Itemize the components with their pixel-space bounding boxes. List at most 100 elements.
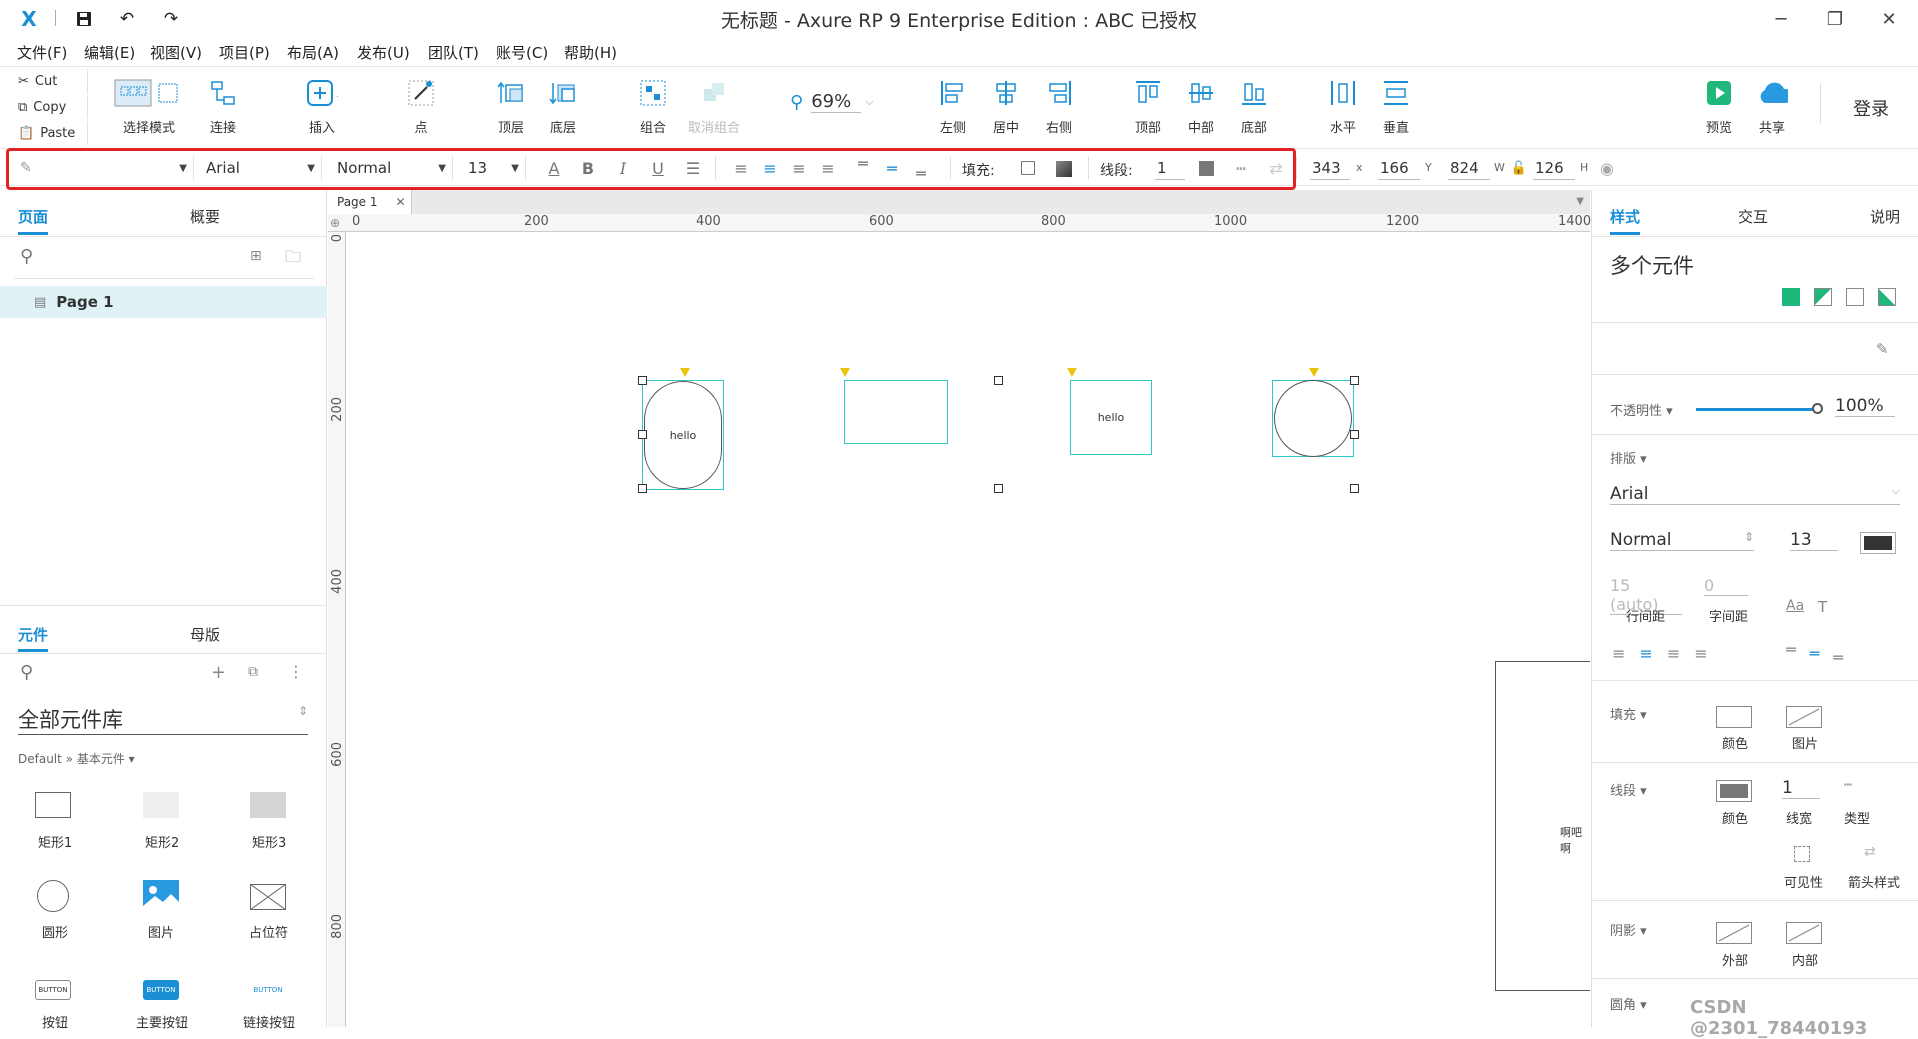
restore-button[interactable]: ❐ xyxy=(1822,6,1848,32)
login-button[interactable]: 登录 xyxy=(1853,95,1889,121)
close-tab-icon[interactable]: ✕ xyxy=(396,195,406,209)
tab-outline[interactable]: 概要 xyxy=(190,206,220,227)
bottom-layer-button[interactable]: 底层 xyxy=(528,77,598,147)
text-shadow-icon[interactable]: T xyxy=(1818,598,1827,616)
tab-notes[interactable]: 说明 xyxy=(1870,206,1900,227)
search-icon[interactable]: ⚲ xyxy=(20,246,33,267)
resize-handle[interactable] xyxy=(638,376,647,385)
text-case-icon[interactable]: Aa xyxy=(1786,598,1804,614)
tab-widgets[interactable]: 元件 xyxy=(18,624,48,645)
widget-image-thumb[interactable] xyxy=(143,880,179,912)
resize-handle[interactable] xyxy=(1350,376,1359,385)
tab-pages[interactable]: 页面 xyxy=(18,206,48,227)
minimize-button[interactable]: ─ xyxy=(1768,6,1794,32)
resize-handle[interactable] xyxy=(1350,430,1359,439)
menu-view[interactable]: 视图(V) xyxy=(150,42,202,63)
tab-masters[interactable]: 母版 xyxy=(190,624,220,645)
distribute-vertical-button[interactable]: 垂直 xyxy=(1361,77,1431,147)
group-button[interactable]: 组合 xyxy=(618,77,688,147)
menu-team[interactable]: 团队(T) xyxy=(428,42,479,63)
shape-rectangle-text[interactable]: hello xyxy=(1070,380,1152,455)
library-manage-icon[interactable]: ⧉ xyxy=(248,664,258,680)
arrow-style-icon[interactable]: ⇄ xyxy=(1864,844,1876,860)
cut-button[interactable]: ✂ Cut xyxy=(6,69,88,93)
line-color-swatch[interactable] xyxy=(1716,780,1752,802)
resize-handle[interactable] xyxy=(994,484,1003,493)
widget-link-button-thumb[interactable]: BUTTON xyxy=(250,980,286,1000)
subtract-icon[interactable] xyxy=(1814,288,1832,306)
library-select[interactable]: 全部元件库 ⇕ xyxy=(18,704,308,735)
close-button[interactable]: ✕ xyxy=(1876,6,1902,32)
add-library-icon[interactable]: + xyxy=(211,662,226,683)
tab-page-1[interactable]: Page 1 ✕ xyxy=(328,190,412,214)
shadow-outer-swatch[interactable] xyxy=(1716,922,1752,944)
widget-rect1-thumb[interactable] xyxy=(35,792,71,818)
widget-rect3-thumb[interactable] xyxy=(250,792,286,818)
widget-primary-button-thumb[interactable]: BUTTON xyxy=(143,980,179,1000)
font-family-select[interactable]: Arial ⌵ xyxy=(1610,484,1900,505)
align-text-left-icon[interactable]: ≡ xyxy=(1612,644,1625,663)
style-edit-icon[interactable]: ✎ xyxy=(1876,340,1889,358)
font-color-swatch[interactable] xyxy=(1860,532,1896,554)
valign-bottom-icon[interactable]: ═ xyxy=(1833,648,1843,667)
font-size-input[interactable]: 13 xyxy=(1790,530,1838,551)
tab-style[interactable]: 样式 xyxy=(1610,206,1640,227)
shadow-inner-swatch[interactable] xyxy=(1786,922,1822,944)
fill-color-swatch[interactable] xyxy=(1716,706,1752,728)
insert-button[interactable]: 插入 xyxy=(287,77,357,147)
shape-circle[interactable] xyxy=(1274,380,1352,457)
line-type-icon[interactable]: ┅ xyxy=(1844,778,1852,793)
widget-placeholder-thumb[interactable] xyxy=(249,883,287,911)
y-input[interactable]: 166 xyxy=(1378,156,1420,180)
height-input[interactable]: 126 xyxy=(1533,156,1575,180)
valign-middle-icon[interactable]: ═ xyxy=(1810,644,1820,667)
copy-button[interactable]: ⧉ Copy xyxy=(6,95,88,119)
paste-button[interactable]: 📋 Paste xyxy=(6,121,88,145)
menu-account[interactable]: 账号(C) xyxy=(496,42,548,63)
menu-help[interactable]: 帮助(H) xyxy=(564,42,617,63)
menu-layout[interactable]: 布局(A) xyxy=(287,42,339,63)
line-width-input[interactable]: 1 xyxy=(1782,778,1820,799)
list-item[interactable]: ▤ Page 1 xyxy=(0,286,327,318)
widget-circle-thumb[interactable] xyxy=(37,880,69,912)
menu-publish[interactable]: 发布(U) xyxy=(357,42,410,63)
library-breadcrumb[interactable]: Default » 基本元件 ▾ xyxy=(18,750,135,767)
union-icon[interactable] xyxy=(1782,288,1800,306)
align-text-right-icon[interactable]: ≡ xyxy=(1667,644,1680,663)
valign-top-icon[interactable]: ═ xyxy=(1786,640,1796,667)
resize-handle[interactable] xyxy=(1350,484,1359,493)
x-input[interactable]: 343 xyxy=(1310,156,1350,180)
menu-file[interactable]: 文件(F) xyxy=(17,42,67,63)
select-mode-button[interactable]: 选择模式 xyxy=(113,77,185,147)
letter-spacing-input[interactable]: 0 xyxy=(1704,576,1748,596)
ungroup-button[interactable]: 取消组合 xyxy=(679,77,749,147)
widget-button-thumb[interactable]: BUTTON xyxy=(35,980,71,1000)
fill-image-swatch[interactable] xyxy=(1786,706,1822,728)
width-input[interactable]: 824 xyxy=(1448,156,1490,180)
share-button[interactable]: 共享 xyxy=(1737,77,1807,147)
more-menu-icon[interactable]: ⋮ xyxy=(288,662,304,681)
align-right-button[interactable]: 右侧 xyxy=(1024,77,1094,147)
search-icon[interactable]: ⚲ xyxy=(20,662,33,683)
intersect-icon[interactable] xyxy=(1846,288,1864,306)
add-folder-icon[interactable]: 🗀 xyxy=(285,246,301,273)
align-text-justify-icon[interactable]: ≡ xyxy=(1694,644,1707,663)
align-bottom-button[interactable]: 底部 xyxy=(1219,77,1289,147)
shape-rectangle[interactable] xyxy=(844,380,948,444)
widget-rect2-thumb[interactable] xyxy=(143,792,179,818)
tab-interactions[interactable]: 交互 xyxy=(1738,206,1768,227)
point-button[interactable]: 点 xyxy=(386,77,456,147)
opacity-slider-track[interactable] xyxy=(1696,408,1816,411)
resize-handle[interactable] xyxy=(994,376,1003,385)
resize-handle[interactable] xyxy=(638,484,647,493)
visibility-icon[interactable] xyxy=(1794,846,1810,862)
eye-icon[interactable]: ◉ xyxy=(1596,158,1618,178)
align-text-center-icon[interactable]: ≡ xyxy=(1639,644,1652,663)
font-weight-select[interactable]: Normal ⇕ xyxy=(1610,530,1754,551)
menu-edit[interactable]: 编辑(E) xyxy=(84,42,135,63)
lock-icon[interactable]: 🔓 xyxy=(1508,158,1530,178)
zoom-value[interactable]: 69% xyxy=(811,91,862,113)
resize-handle[interactable] xyxy=(638,430,647,439)
menu-project[interactable]: 项目(P) xyxy=(219,42,270,63)
connect-button[interactable]: 连接 xyxy=(188,77,258,147)
